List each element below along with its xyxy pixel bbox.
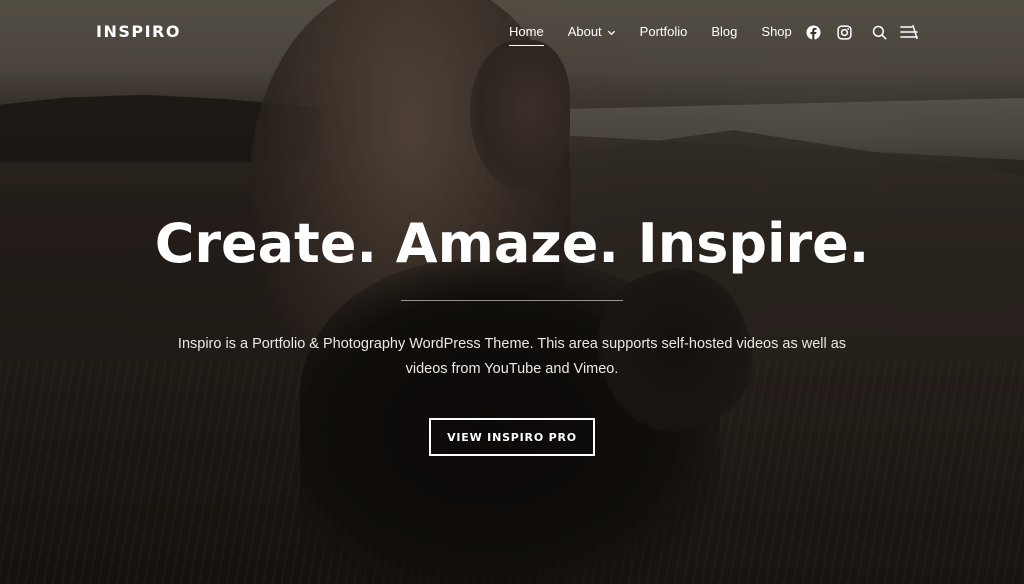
nav-item-blog[interactable]: Blog <box>711 22 737 42</box>
hero-section: INSPIRO Home About Portfolio Blog Shop C… <box>0 0 1024 584</box>
hero-overlay <box>0 0 1024 584</box>
main-navigation: Home About Portfolio Blog Shop <box>509 22 816 46</box>
nav-item-home[interactable]: Home <box>509 22 544 46</box>
nav-item-shop[interactable]: Shop <box>761 22 791 42</box>
facebook-icon[interactable] <box>805 24 821 40</box>
nav-item-label: About <box>567 24 602 39</box>
hero-divider <box>401 300 623 301</box>
sidebar-menu-icon[interactable] <box>900 24 918 40</box>
search-icon[interactable] <box>871 24 887 40</box>
site-header: INSPIRO Home About Portfolio Blog Shop <box>0 0 1024 64</box>
nav-item-label: Home <box>509 24 544 39</box>
hero-description: Inspiro is a Portfolio & Photography Wor… <box>177 336 847 377</box>
cta-label: VIEW INSPIRO PRO <box>447 430 577 444</box>
nav-item-label: Portfolio <box>639 24 688 39</box>
nav-item-label: Blog <box>711 24 738 39</box>
instagram-icon[interactable] <box>836 24 852 40</box>
chevron-down-icon <box>607 28 616 37</box>
nav-item-label: Shop <box>761 24 792 39</box>
hero-headline: Create. Amaze. Inspire. <box>154 212 870 275</box>
site-logo[interactable]: INSPIRO <box>96 22 181 41</box>
view-inspiro-pro-button[interactable]: VIEW INSPIRO PRO <box>429 418 595 456</box>
nav-item-portfolio[interactable]: Portfolio <box>640 22 688 42</box>
nav-item-about[interactable]: About <box>568 22 616 42</box>
